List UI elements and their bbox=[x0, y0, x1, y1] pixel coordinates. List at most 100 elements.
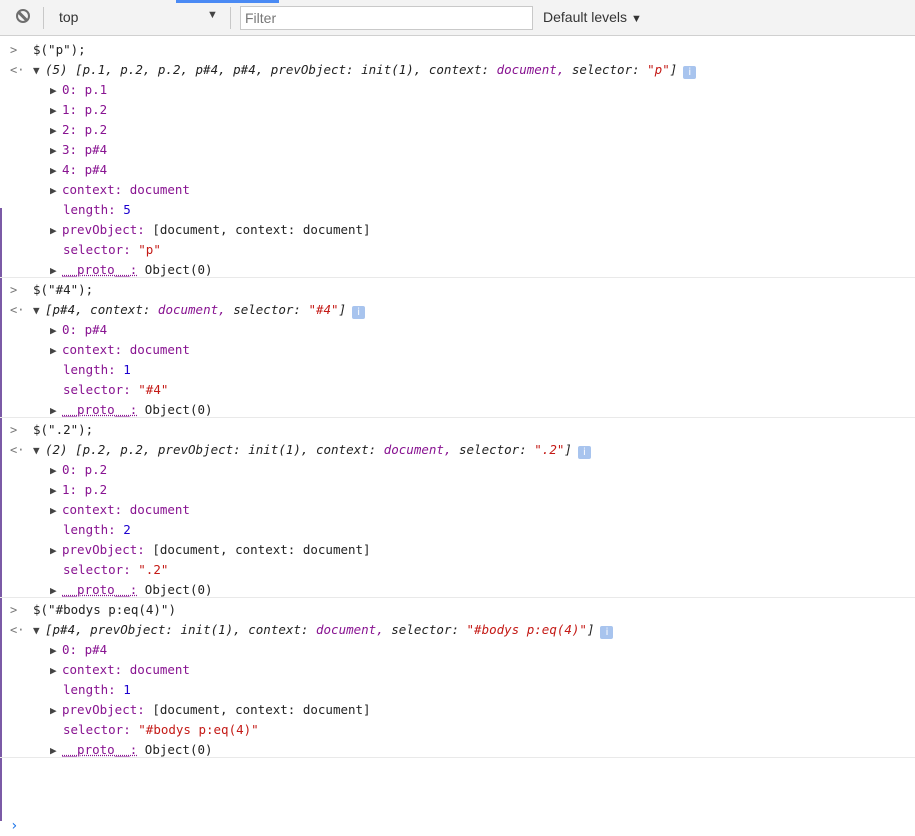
console-output-row[interactable]: <· ▼ [p#4, prevObject: init(1), context: d… bbox=[0, 620, 915, 640]
property-key: length: bbox=[63, 362, 116, 377]
property-row[interactable]: ▶ 1: p.2 bbox=[0, 480, 915, 500]
property[interactable]: ▶ context: document bbox=[50, 340, 190, 361]
object-summary[interactable]: ▼ [p#4, prevObject: init(1), context: doc… bbox=[33, 620, 614, 641]
property-value: p.2 bbox=[84, 102, 108, 117]
property-key: 0: bbox=[62, 642, 78, 657]
property[interactable]: ▶ 2: p.2 bbox=[50, 120, 107, 141]
property-row[interactable]: ▶ prevObject: [document, context: documen… bbox=[0, 220, 915, 240]
message-divider bbox=[0, 597, 915, 598]
property-row[interactable]: ▶ 2: p.2 bbox=[0, 120, 915, 140]
console-prompt[interactable]: › bbox=[0, 796, 915, 834]
property-value: p.2 bbox=[84, 122, 108, 137]
expand-triangle-icon[interactable]: ▶ bbox=[50, 321, 62, 341]
info-icon[interactable]: i bbox=[683, 66, 697, 79]
property-row[interactable]: ▶ context: document bbox=[0, 340, 915, 360]
expand-triangle-icon[interactable]: ▶ bbox=[50, 161, 62, 181]
expand-triangle-icon[interactable]: ▶ bbox=[50, 401, 62, 421]
property-row[interactable]: ▶ context: document bbox=[0, 500, 915, 520]
console-output-row[interactable]: <· ▼ [p#4, context: document, selector: "#… bbox=[0, 300, 915, 320]
property[interactable]: ▶ 0: p.1 bbox=[50, 80, 107, 101]
summary-value: "#bodys p:eq(4)" bbox=[466, 622, 587, 637]
context-selector[interactable]: top bbox=[59, 9, 78, 25]
property-row[interactable]: ▶ 4: p#4 bbox=[0, 160, 915, 180]
chevron-down-icon[interactable]: ▼ bbox=[207, 9, 218, 21]
property-row[interactable]: ▶ prevObject: [document, context: documen… bbox=[0, 540, 915, 560]
expand-triangle-icon[interactable]: ▶ bbox=[50, 141, 62, 161]
console-output-row[interactable]: <· ▼ (5) [p.1, p.2, p.2, p#4, p#4, prevObj… bbox=[0, 60, 915, 80]
expand-triangle-icon[interactable]: ▶ bbox=[50, 701, 62, 721]
property-row[interactable]: ▶ 3: p#4 bbox=[0, 140, 915, 160]
expand-triangle-icon[interactable]: ▶ bbox=[50, 341, 62, 361]
property-row[interactable]: ▶ context: document bbox=[0, 180, 915, 200]
property-row[interactable]: ▶ prevObject: [document, context: documen… bbox=[0, 700, 915, 720]
property-row[interactable]: ▶ context: document bbox=[0, 660, 915, 680]
expand-triangle-icon[interactable]: ▶ bbox=[50, 221, 62, 241]
property[interactable]: ▶ 4: p#4 bbox=[50, 160, 107, 181]
console-output-row[interactable]: <· ▼ (2) [p.2, p.2, prevObject: init(1), c… bbox=[0, 440, 915, 460]
property: selector: "p" bbox=[63, 240, 161, 260]
prompt-icon: › bbox=[10, 818, 19, 834]
property-row: length: 1 bbox=[0, 360, 915, 380]
expand-triangle-icon[interactable]: ▼ bbox=[33, 301, 45, 321]
filter-input[interactable]: Filter bbox=[240, 6, 533, 30]
array-close-bracket: ] bbox=[669, 62, 678, 77]
array-close-bracket: ] bbox=[586, 622, 595, 637]
expand-triangle-icon[interactable]: ▶ bbox=[50, 261, 62, 281]
expand-triangle-icon[interactable]: ▶ bbox=[50, 741, 62, 761]
array-open-bracket: [ bbox=[45, 622, 53, 637]
property[interactable]: ▶ prevObject: [document, context: documen… bbox=[50, 540, 371, 561]
property[interactable]: ▶ 1: p.2 bbox=[50, 100, 107, 121]
object-summary[interactable]: ▼ (2) [p.2, p.2, prevObject: init(1), con… bbox=[33, 440, 591, 461]
expand-triangle-icon[interactable]: ▶ bbox=[50, 121, 62, 141]
property[interactable]: ▶ 1: p.2 bbox=[50, 480, 107, 501]
expand-triangle-icon[interactable]: ▼ bbox=[33, 61, 45, 81]
summary-preview: [p#4, context: document, selector: "#4"] bbox=[45, 302, 346, 317]
output-marker-icon: <· bbox=[10, 303, 25, 317]
property-row: selector: "#bodys p:eq(4)" bbox=[0, 720, 915, 740]
expand-triangle-icon[interactable]: ▶ bbox=[50, 81, 62, 101]
log-levels-dropdown[interactable]: Default levels ▼ bbox=[543, 9, 642, 25]
object-summary[interactable]: ▼ [p#4, context: document, selector: "#4"… bbox=[33, 300, 366, 321]
property[interactable]: ▶ 0: p.2 bbox=[50, 460, 107, 481]
property[interactable]: ▶ prevObject: [document, context: documen… bbox=[50, 700, 371, 721]
property[interactable]: ▶ context: document bbox=[50, 500, 190, 521]
property-row[interactable]: ▶ 0: p.1 bbox=[0, 80, 915, 100]
message-divider bbox=[0, 757, 915, 758]
expand-triangle-icon[interactable]: ▶ bbox=[50, 581, 62, 601]
summary-key: selector: bbox=[391, 622, 459, 637]
property-row[interactable]: ▶ 0: p#4 bbox=[0, 640, 915, 660]
clear-console-icon[interactable] bbox=[16, 9, 30, 23]
property: selector: "#4" bbox=[63, 380, 168, 400]
expand-triangle-icon[interactable]: ▶ bbox=[50, 101, 62, 121]
input-prompt-icon: > bbox=[10, 43, 18, 57]
expand-triangle-icon[interactable]: ▶ bbox=[50, 661, 62, 681]
property[interactable]: ▶ context: document bbox=[50, 180, 190, 201]
expand-triangle-icon[interactable]: ▼ bbox=[33, 621, 45, 641]
property[interactable]: ▶ context: document bbox=[50, 660, 190, 681]
property-value: document bbox=[129, 502, 190, 517]
object-summary[interactable]: ▼ (5) [p.1, p.2, p.2, p#4, p#4, prevObjec… bbox=[33, 60, 697, 81]
expand-triangle-icon[interactable]: ▶ bbox=[50, 641, 62, 661]
summary-key: selector: bbox=[459, 442, 527, 457]
expand-triangle-icon[interactable]: ▶ bbox=[50, 461, 62, 481]
expand-triangle-icon[interactable]: ▶ bbox=[50, 181, 62, 201]
property-row[interactable]: ▶ 1: p.2 bbox=[0, 100, 915, 120]
property[interactable]: ▶ 0: p#4 bbox=[50, 320, 107, 341]
expand-triangle-icon[interactable]: ▼ bbox=[33, 441, 45, 461]
property-row[interactable]: ▶ 0: p#4 bbox=[0, 320, 915, 340]
message-divider bbox=[0, 417, 915, 418]
property-value: 1 bbox=[123, 682, 131, 697]
property[interactable]: ▶ 0: p#4 bbox=[50, 640, 107, 661]
expand-triangle-icon[interactable]: ▶ bbox=[50, 481, 62, 501]
info-icon[interactable]: i bbox=[352, 306, 366, 319]
expand-triangle-icon[interactable]: ▶ bbox=[50, 501, 62, 521]
info-icon[interactable]: i bbox=[600, 626, 614, 639]
info-icon[interactable]: i bbox=[577, 446, 591, 459]
expand-triangle-icon[interactable]: ▶ bbox=[50, 541, 62, 561]
property-value: Object(0) bbox=[144, 262, 213, 277]
property-row[interactable]: ▶ 0: p.2 bbox=[0, 460, 915, 480]
property[interactable]: ▶ 3: p#4 bbox=[50, 140, 107, 161]
property[interactable]: ▶ prevObject: [document, context: documen… bbox=[50, 220, 371, 241]
property-key: context: bbox=[62, 182, 123, 197]
property: length: 2 bbox=[63, 520, 131, 540]
